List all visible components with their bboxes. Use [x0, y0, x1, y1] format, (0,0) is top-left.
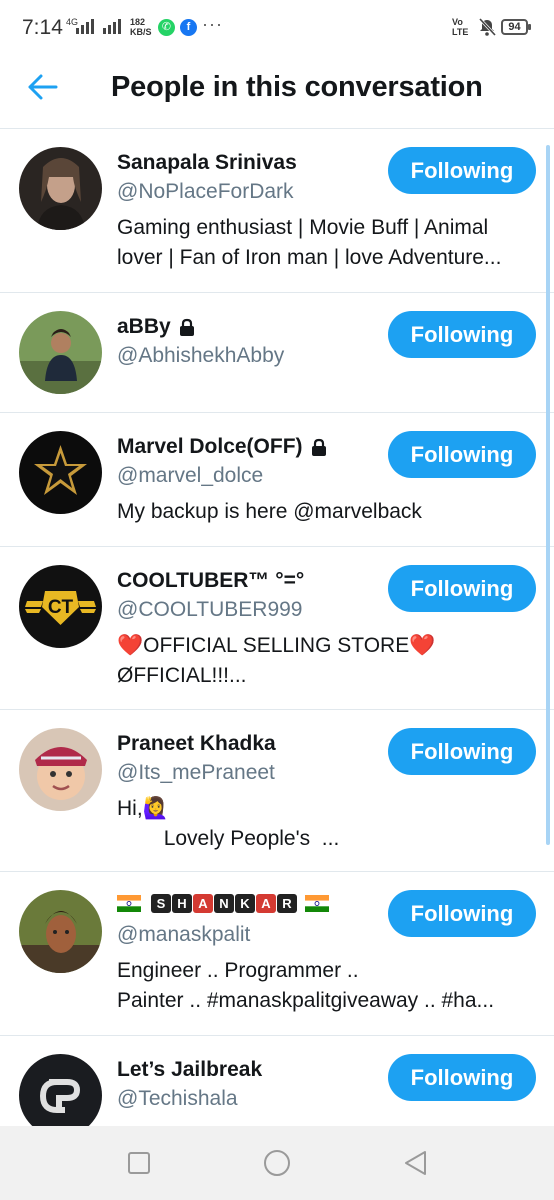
display-name[interactable]: aBBy: [117, 315, 196, 339]
display-name[interactable]: Praneet Khadka: [117, 732, 276, 756]
following-button[interactable]: Following: [388, 890, 536, 937]
person-row[interactable]: Praneet Khadka @Its_mePraneet Hi,🙋‍♀️ Lo…: [0, 710, 554, 872]
avatar-image: [19, 431, 102, 514]
person-row[interactable]: S H A N K A R @manaskpalit Engineer .. P…: [0, 872, 554, 1036]
person-row[interactable]: Let’s Jailbreak @Techishala Following: [0, 1036, 554, 1126]
letter-tile: R: [277, 894, 297, 913]
signal-icon-2: [103, 19, 121, 34]
bio: Hi,🙋‍♀️ Lovely People's ...: [117, 797, 340, 850]
person-row[interactable]: CT COOLTUBER™ °=° @COOLTUBER999 ❤️OFFICI…: [0, 547, 554, 710]
letter-tile: S: [151, 894, 171, 913]
status-time: 7:14: [22, 16, 63, 39]
letter-tile: A: [193, 894, 213, 913]
person-row[interactable]: Marvel Dolce(OFF) @marvel_dolce My backu…: [0, 413, 554, 547]
following-button[interactable]: Following: [388, 431, 536, 478]
status-bar: 7:14 4G 182 KB/S ✆ f ··· Vo LTE 94: [0, 0, 554, 58]
avatar[interactable]: [19, 1054, 102, 1126]
avatar-image: [19, 1054, 102, 1126]
person-row[interactable]: Sanapala Srinivas @NoPlaceForDark Gaming…: [0, 129, 554, 293]
bio: My backup is here @marvelback: [117, 500, 422, 523]
display-name[interactable]: COOLTUBER™ °=°: [117, 569, 304, 593]
person-row[interactable]: aBBy @AbhishekhAbby Following: [0, 293, 554, 413]
handle[interactable]: @NoPlaceForDark: [117, 180, 294, 204]
more-notifications-icon: ···: [202, 14, 223, 34]
home-circle-icon[interactable]: [262, 1148, 292, 1178]
top-app-bar: People in this conversation: [0, 58, 554, 129]
avatar[interactable]: [19, 311, 102, 394]
avatar-image: [19, 728, 102, 811]
display-name-text: Marvel Dolce(OFF): [117, 435, 303, 458]
signal-icon: [76, 19, 94, 34]
page-title: People in this conversation: [111, 71, 483, 103]
speed-unit: KB/S: [130, 27, 152, 37]
display-name[interactable]: S H A N K A R: [117, 894, 332, 913]
letter-tile: H: [172, 894, 192, 913]
lock-icon: [179, 318, 194, 336]
handle[interactable]: @manaskpalit: [117, 923, 250, 947]
following-button[interactable]: Following: [388, 565, 536, 612]
name-letter-tiles: S H A N K A R: [151, 894, 298, 913]
display-name[interactable]: Marvel Dolce(OFF): [117, 435, 328, 459]
avatar[interactable]: CT: [19, 565, 102, 648]
svg-text:CT: CT: [48, 597, 74, 618]
bio: ❤️OFFICIAL SELLING STORE❤️ ØFFICIAL!!!..…: [117, 634, 436, 687]
back-button[interactable]: [26, 72, 62, 102]
following-button[interactable]: Following: [388, 1054, 536, 1101]
avatar-image: [19, 890, 102, 973]
whatsapp-icon: ✆: [158, 19, 175, 36]
handle[interactable]: @AbhishekhAbby: [117, 344, 284, 368]
following-button[interactable]: Following: [388, 311, 536, 358]
speed-value: 182: [130, 17, 146, 27]
avatar[interactable]: [19, 728, 102, 811]
facebook-icon: f: [180, 19, 197, 36]
bio: Engineer .. Programmer .. Painter .. #ma…: [117, 959, 495, 1012]
avatar-image: [19, 311, 102, 394]
letter-tile: K: [235, 894, 255, 913]
system-navigation-bar: [0, 1126, 554, 1200]
letter-tile: A: [256, 894, 276, 913]
india-flag-icon: [305, 895, 329, 912]
network-speed: 182 KB/S: [130, 17, 152, 37]
avatar[interactable]: [19, 890, 102, 973]
people-list[interactable]: Sanapala Srinivas @NoPlaceForDark Gaming…: [0, 129, 554, 1126]
volte-bottom: LTE: [452, 27, 469, 37]
following-button[interactable]: Following: [388, 728, 536, 775]
volte-top: Vo: [452, 17, 463, 27]
display-name-text: aBBy: [117, 315, 171, 338]
volte-icon: Vo LTE: [452, 17, 468, 37]
avatar-image: [19, 147, 102, 230]
display-name[interactable]: Sanapala Srinivas: [117, 151, 297, 175]
display-name[interactable]: Let’s Jailbreak: [117, 1058, 262, 1082]
bio: Gaming enthusiast | Movie Buff | Animal …: [117, 216, 502, 269]
arrow-left-icon: [28, 74, 58, 100]
recents-square-icon[interactable]: [124, 1148, 154, 1178]
avatar-image: CT: [19, 565, 102, 648]
battery-icon: 94: [501, 19, 531, 35]
scrollbar[interactable]: [546, 145, 550, 845]
handle[interactable]: @COOLTUBER999: [117, 598, 302, 622]
handle[interactable]: @marvel_dolce: [117, 464, 263, 488]
mute-icon: [478, 17, 497, 37]
back-triangle-icon[interactable]: [400, 1148, 430, 1178]
lock-icon: [311, 438, 326, 456]
avatar[interactable]: [19, 147, 102, 230]
india-flag-icon: [117, 895, 141, 912]
handle[interactable]: @Its_mePraneet: [117, 761, 275, 785]
following-button[interactable]: Following: [388, 147, 536, 194]
letter-tile: N: [214, 894, 234, 913]
avatar[interactable]: [19, 431, 102, 514]
handle[interactable]: @Techishala: [117, 1087, 238, 1111]
